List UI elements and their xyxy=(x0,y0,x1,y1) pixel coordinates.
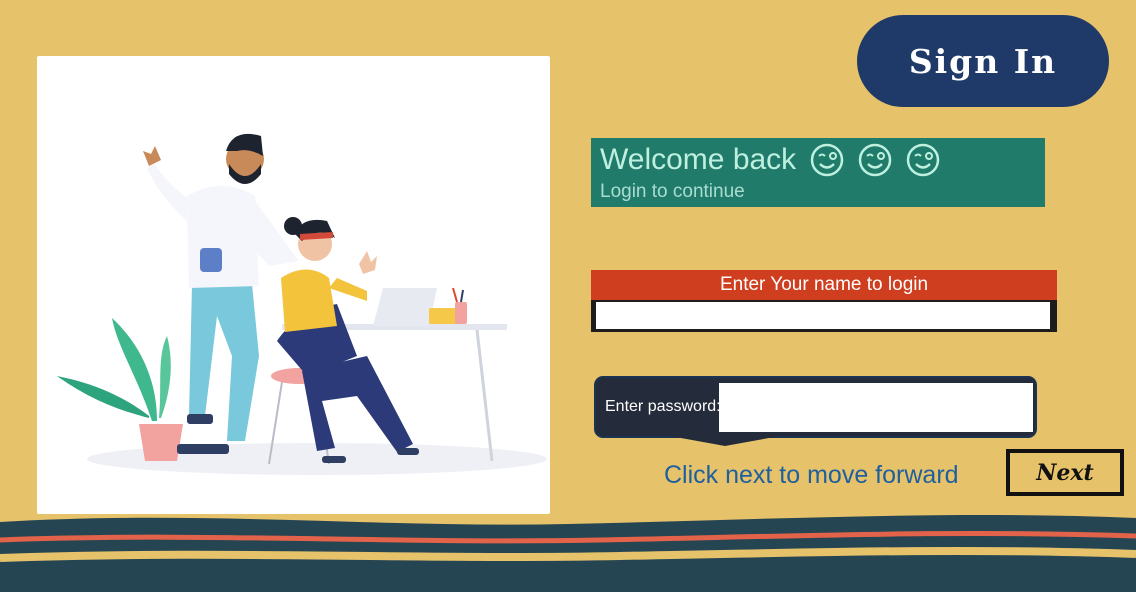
next-button[interactable]: Next xyxy=(1006,449,1124,496)
password-input[interactable] xyxy=(719,383,1033,432)
welcome-title-row: Welcome back xyxy=(600,143,940,177)
winking-face-icon xyxy=(906,143,940,177)
password-label: Enter password: xyxy=(605,398,721,415)
illustration-card xyxy=(37,56,550,514)
name-field-label: Enter Your name to login xyxy=(591,270,1057,300)
password-panel: Enter password: xyxy=(594,376,1037,438)
name-field-frame xyxy=(591,300,1057,332)
next-hint-text: Click next to move forward xyxy=(664,461,959,489)
sign-in-button[interactable]: Sign In xyxy=(857,15,1109,107)
wave-decoration xyxy=(0,514,1136,592)
name-input[interactable] xyxy=(596,302,1050,329)
password-panel-notch xyxy=(670,436,780,446)
welcome-panel: Welcome back Login to continue xyxy=(591,138,1045,207)
winking-face-icon xyxy=(858,143,892,177)
welcome-title: Welcome back xyxy=(600,143,797,176)
people-at-desk-illustration xyxy=(57,133,547,475)
welcome-subtitle: Login to continue xyxy=(600,181,745,202)
winking-face-icon xyxy=(810,143,844,177)
